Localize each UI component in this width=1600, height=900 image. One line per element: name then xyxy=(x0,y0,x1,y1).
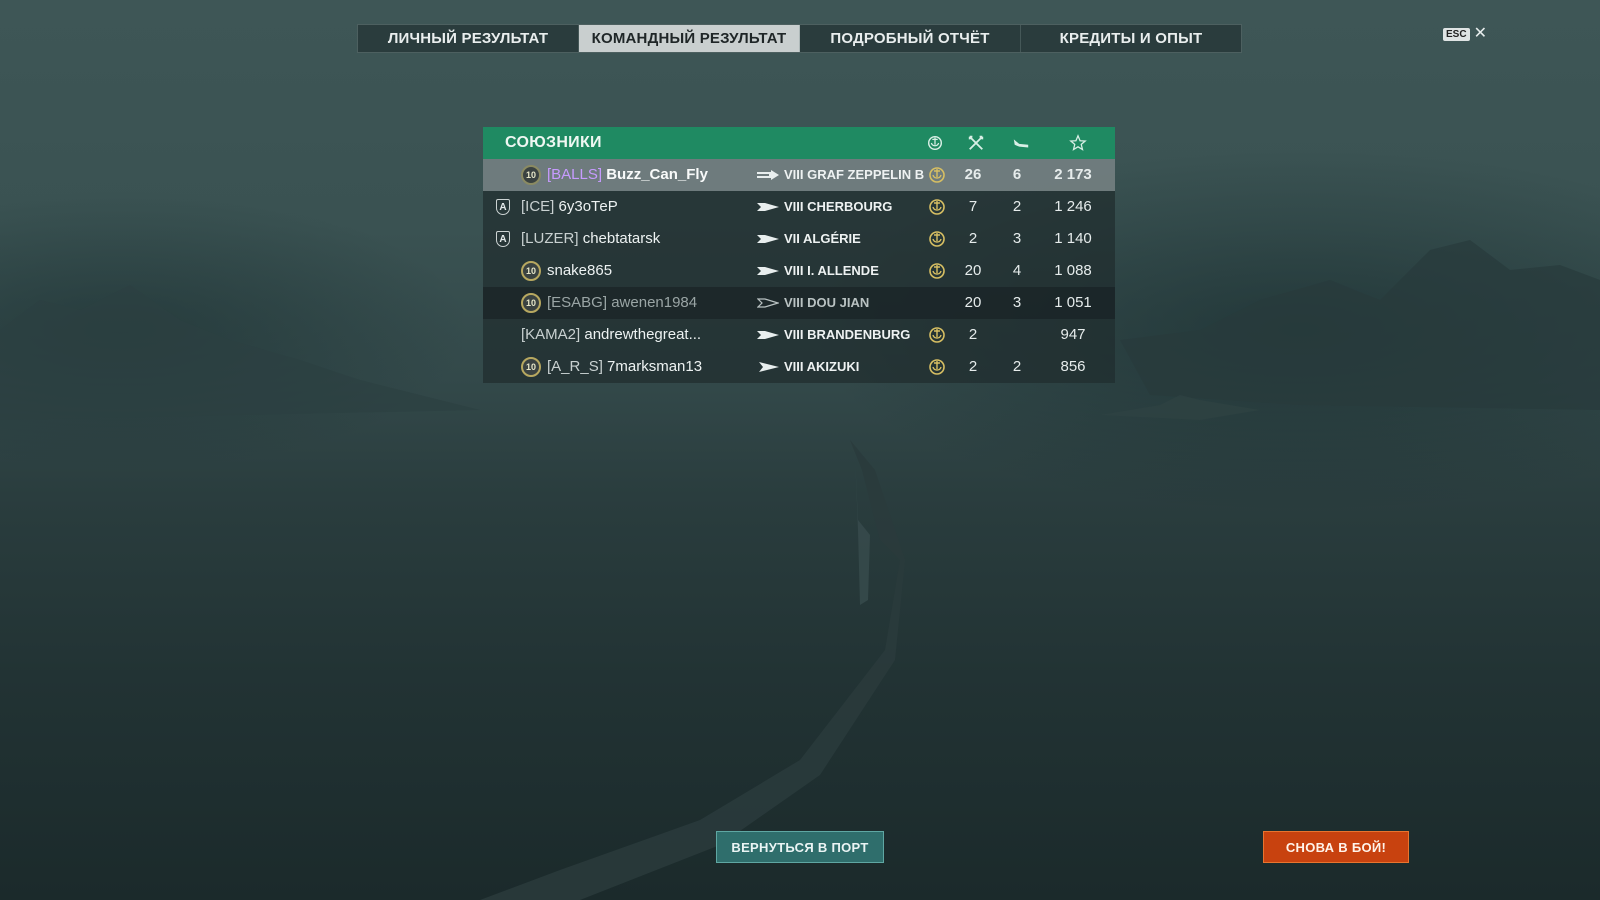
tab-team-result[interactable]: КОМАНДНЫЙ РЕЗУЛЬТАТ xyxy=(579,25,800,52)
player-name: [BALLS] Buzz_Can_Fly xyxy=(547,166,708,183)
base-capture-value: 2 xyxy=(968,230,978,247)
esc-key-label: ESC xyxy=(1443,27,1470,41)
table-row[interactable]: 10 [A_R_S] 7marksman13 VIII AKIZUKI 2 2 … xyxy=(483,351,1115,383)
player-name: [A_R_S] 7marksman13 xyxy=(547,358,702,375)
kills-value: 6 xyxy=(1012,166,1022,183)
experience-value: 1 051 xyxy=(1054,294,1092,311)
results-tab-bar: ЛИЧНЫЙ РЕЗУЛЬТАТ КОМАНДНЫЙ РЕЗУЛЬТАТ ПОД… xyxy=(357,24,1242,53)
experience-value: 856 xyxy=(1060,358,1086,375)
close-button[interactable]: ESC ✕ xyxy=(1443,25,1487,42)
player-name: [KAMA2] andrewthegreat... xyxy=(521,326,701,343)
base-capture-value: 20 xyxy=(964,294,982,311)
experience-value: 947 xyxy=(1060,326,1086,343)
player-nick: 6у3оТеР xyxy=(558,198,618,215)
table-row[interactable]: [KAMA2] andrewthegreat... VIII BRANDENBU… xyxy=(483,319,1115,351)
service-level-icon: 10 xyxy=(521,165,541,185)
player-name: [LUZER] chebtatarsk xyxy=(521,230,660,247)
kills-value: 2 xyxy=(1012,198,1022,215)
achievement-icon xyxy=(929,167,945,183)
ship-name: VIII CHERBOURG xyxy=(784,199,893,214)
division-badge-icon: A xyxy=(496,199,510,215)
clan-tag: [BALLS] xyxy=(547,166,603,183)
clan-tag: [KAMA2] xyxy=(521,326,581,343)
clan-tag: [ICE] xyxy=(521,198,555,215)
experience-value: 1 140 xyxy=(1054,230,1092,247)
allies-results-table: СОЮЗНИКИ 10 [BALLS] Buzz_Can_Fly VIII GR xyxy=(483,127,1115,383)
experience-value: 2 173 xyxy=(1054,166,1092,183)
table-row[interactable]: A [ICE] 6у3оТеР VIII CHERBOURG 7 2 1 246 xyxy=(483,191,1115,223)
clan-tag: [A_R_S] xyxy=(547,358,603,375)
achievement-icon xyxy=(929,231,945,247)
battle-results-screen: ЛИЧНЫЙ РЕЗУЛЬТАТ КОМАНДНЫЙ РЕЗУЛЬТАТ ПОД… xyxy=(0,0,1600,900)
ship-name: VIII I. ALLENDE xyxy=(784,263,879,278)
planes-destroyed-icon xyxy=(1013,139,1029,148)
cruiser-outline-icon xyxy=(757,298,779,308)
base-capture-value: 2 xyxy=(968,326,978,343)
player-name: [ICE] 6у3оТеР xyxy=(521,198,618,215)
table-row[interactable]: A [LUZER] chebtatarsk VII ALGÉRIE 2 3 1 … xyxy=(483,223,1115,255)
ship-name: VIII DOU JIAN xyxy=(784,295,870,310)
tab-credits-and-xp[interactable]: КРЕДИТЫ И ОПЫТ xyxy=(1021,25,1241,52)
player-nick: andrewthegreat... xyxy=(584,326,702,343)
service-level-icon: 10 xyxy=(521,357,541,377)
service-level-icon: 10 xyxy=(521,261,541,281)
achievement-icon xyxy=(929,327,945,343)
player-name: [ESABG] awenen1984 xyxy=(547,294,697,311)
base-capture-icon xyxy=(927,135,943,151)
kills-value: 3 xyxy=(1012,294,1022,311)
table-row[interactable]: 10 [BALLS] Buzz_Can_Fly VIII GRAF ZEPPEL… xyxy=(483,159,1115,191)
return-to-port-button[interactable]: ВЕРНУТЬСЯ В ПОРТ xyxy=(716,831,884,863)
kills-value: 2 xyxy=(1012,358,1022,375)
kills-icon xyxy=(968,135,984,150)
allies-rows: 10 [BALLS] Buzz_Can_Fly VIII GRAF ZEPPEL… xyxy=(483,159,1115,383)
division-badge-icon: A xyxy=(496,231,510,247)
player-nick: awenen1984 xyxy=(611,294,698,311)
base-capture-value: 2 xyxy=(968,358,978,375)
achievement-icon xyxy=(929,359,945,375)
allies-header: СОЮЗНИКИ xyxy=(483,127,1115,159)
player-nick: chebtatarsk xyxy=(582,230,661,247)
table-row[interactable]: 10 [ESABG] awenen1984 VIII DOU JIAN 20 3… xyxy=(483,287,1115,319)
aircraft-carrier-icon xyxy=(757,170,779,180)
player-nick: Buzz_Can_Fly xyxy=(606,166,708,183)
tab-personal-result[interactable]: ЛИЧНЫЙ РЕЗУЛЬТАТ xyxy=(358,25,579,52)
achievement-icon xyxy=(929,263,945,279)
clan-tag: [ESABG] xyxy=(547,294,608,311)
battle-again-button[interactable]: СНОВА В БОЙ! xyxy=(1263,831,1409,863)
destroyer-icon xyxy=(759,362,779,372)
cruiser-icon xyxy=(757,331,779,339)
player-nick: snake865 xyxy=(547,262,613,279)
close-icon: ✕ xyxy=(1473,25,1487,42)
ship-name: VIII BRANDENBURG xyxy=(784,327,911,342)
experience-star-icon xyxy=(1069,134,1087,151)
cruiser-icon xyxy=(757,203,779,211)
table-row[interactable]: 10 snake865 VIII I. ALLENDE 20 4 1 088 xyxy=(483,255,1115,287)
cruiser-icon xyxy=(757,235,779,243)
achievement-icon xyxy=(929,199,945,215)
base-capture-value: 7 xyxy=(968,198,978,215)
service-level-icon: 10 xyxy=(521,293,541,313)
allies-title: СОЮЗНИКИ xyxy=(505,134,602,151)
kills-value: 3 xyxy=(1012,230,1022,247)
experience-value: 1 088 xyxy=(1054,262,1092,279)
ship-name: VIII AKIZUKI xyxy=(784,359,860,374)
experience-value: 1 246 xyxy=(1054,198,1092,215)
ship-name: VII ALGÉRIE xyxy=(784,231,861,246)
player-name: snake865 xyxy=(547,262,612,279)
clan-tag: [LUZER] xyxy=(521,230,579,247)
kills-value: 4 xyxy=(1012,262,1022,279)
base-capture-value: 26 xyxy=(964,166,982,183)
player-nick: 7marksman13 xyxy=(607,358,703,375)
cruiser-icon xyxy=(757,267,779,275)
base-capture-value: 20 xyxy=(964,262,982,279)
tab-detailed-report[interactable]: ПОДРОБНЫЙ ОТЧЁТ xyxy=(800,25,1021,52)
ship-name: VIII GRAF ZEPPELIN B xyxy=(784,167,925,182)
